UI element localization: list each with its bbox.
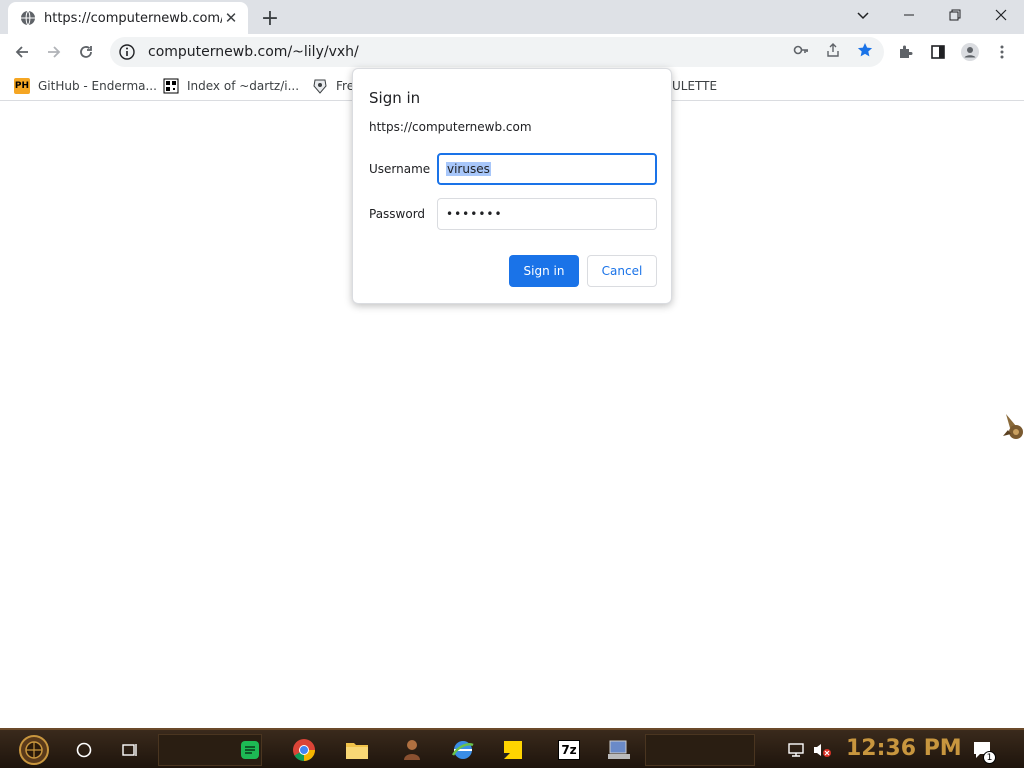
minimize-icon	[904, 14, 914, 16]
browser-toolbar: computernewb.com/~lily/vxh/	[0, 34, 1024, 71]
bookmark-label: ULETTE	[672, 79, 718, 93]
ie-app[interactable]	[449, 734, 477, 766]
username-field[interactable]: viruses	[437, 153, 657, 185]
back-button[interactable]	[8, 38, 36, 66]
ph-icon: PH	[14, 78, 30, 94]
browser-tab[interactable]: https://computernewb.com/~li ✕	[8, 2, 248, 34]
forward-button[interactable]	[40, 38, 68, 66]
sticky-notes-app[interactable]	[499, 734, 527, 766]
task-view-button[interactable]	[116, 734, 144, 766]
reload-icon	[80, 46, 92, 58]
network-tray[interactable]	[785, 734, 807, 766]
chrome-icon	[293, 739, 315, 761]
notification-count: 1	[983, 751, 996, 764]
taskbar: 7z 12:36 PM 1	[0, 728, 1024, 768]
close-icon	[995, 9, 1007, 21]
file-explorer-app[interactable]	[343, 734, 371, 766]
username-label: Username	[369, 162, 431, 176]
start-button[interactable]	[12, 734, 56, 766]
cancel-button[interactable]: Cancel	[587, 255, 657, 287]
taskbar-clock[interactable]: 12:36 PM	[846, 736, 962, 761]
back-icon	[15, 46, 28, 58]
task-view-icon	[122, 744, 137, 756]
forward-icon	[48, 46, 61, 58]
qr-icon	[163, 78, 179, 94]
computer-app[interactable]	[605, 734, 633, 766]
bookmark-github[interactable]: PH GitHub - Enderma...	[14, 77, 157, 95]
chevron-down-icon	[857, 12, 869, 20]
7zip-icon: 7z	[558, 740, 580, 760]
desktop-bird-icon	[1003, 414, 1023, 439]
sign-in-button[interactable]: Sign in	[509, 255, 579, 287]
profile-icon	[961, 43, 979, 61]
minimize-button[interactable]	[886, 0, 932, 30]
dialog-origin: https://computernewb.com	[369, 120, 532, 134]
sign-in-dialog: Sign in https://computernewb.com Usernam…	[352, 68, 672, 304]
app-figure-icon	[404, 740, 420, 760]
file-explorer-icon	[346, 743, 368, 759]
sticky-notes-icon	[504, 741, 522, 759]
tab-search-button[interactable]	[840, 0, 886, 30]
tab-close-icon[interactable]: ✕	[222, 9, 240, 27]
search-circle-icon	[76, 742, 92, 758]
info-icon[interactable]	[118, 43, 136, 61]
bookmark-label: Index of ~dartz/i...	[187, 79, 300, 93]
reload-button[interactable]	[72, 38, 100, 66]
menu-icon	[1000, 45, 1004, 59]
dialog-title: Sign in	[369, 89, 421, 107]
password-value: •••••••	[446, 207, 503, 221]
key-icon[interactable]	[792, 41, 810, 59]
share-icon[interactable]	[824, 41, 842, 59]
password-field[interactable]: •••••••	[437, 198, 657, 230]
close-window-button[interactable]	[978, 0, 1024, 30]
username-value: viruses	[446, 162, 491, 176]
url-text[interactable]: computernewb.com/~lily/vxh/	[148, 44, 359, 60]
bookmark-roulette[interactable]: ULETTE	[672, 77, 717, 95]
star-icon[interactable]	[856, 41, 874, 59]
7zip-app[interactable]: 7z	[555, 734, 583, 766]
tab-title: https://computernewb.com/~li	[44, 10, 222, 26]
notes-app-icon	[241, 741, 259, 759]
chrome-app[interactable]	[290, 734, 318, 766]
tab-strip: https://computernewb.com/~li ✕ +	[0, 0, 1024, 34]
bookmark-label: GitHub - Enderma...	[38, 79, 157, 93]
notes-app[interactable]	[236, 734, 264, 766]
profile-button[interactable]	[956, 38, 984, 66]
search-button[interactable]	[70, 734, 98, 766]
app-icon	[313, 79, 327, 94]
volume-tray[interactable]	[810, 734, 834, 766]
ie-globe-icon	[451, 741, 474, 759]
bookmark-fre[interactable]: Fre	[312, 77, 354, 95]
extensions-icon	[900, 45, 913, 58]
extensions-button[interactable]	[892, 38, 920, 66]
volume-muted-icon	[814, 744, 831, 757]
new-tab-button[interactable]: +	[258, 6, 282, 31]
bookmark-index-dartz[interactable]: Index of ~dartz/i...	[163, 77, 299, 95]
restore-icon	[949, 9, 961, 21]
side-panel-button[interactable]	[924, 38, 952, 66]
taskbar-slot-2	[645, 734, 755, 766]
notification-center[interactable]: 1	[970, 734, 996, 766]
figure-app[interactable]	[398, 734, 426, 766]
restore-button[interactable]	[932, 0, 978, 30]
computer-icon	[608, 740, 630, 759]
network-icon	[788, 743, 804, 757]
menu-button[interactable]	[988, 38, 1016, 66]
globe-icon	[21, 10, 35, 26]
address-bar[interactable]: computernewb.com/~lily/vxh/	[110, 37, 884, 67]
password-label: Password	[369, 207, 426, 221]
start-button-icon	[19, 735, 49, 765]
sidepanel-icon	[931, 45, 945, 59]
